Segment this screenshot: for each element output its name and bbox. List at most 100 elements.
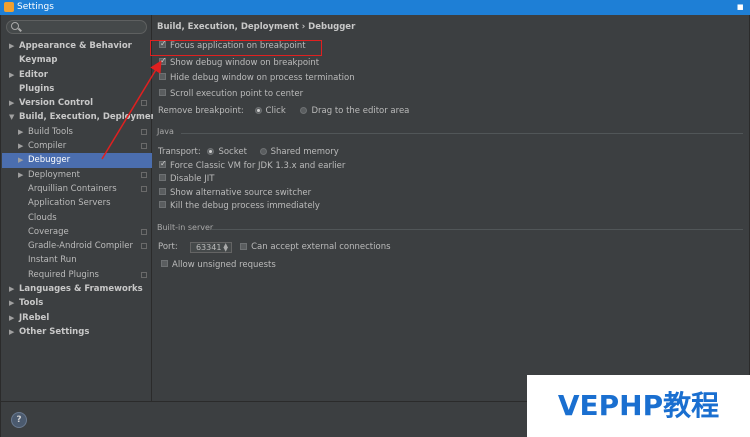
remove-breakpoint-row: Remove breakpoint: Click Drag to the edi… [158,105,409,117]
sidebar-item-coverage[interactable]: Coverage [2,225,152,239]
sidebar-item-build-execution-deployment[interactable]: ▼ Build, Execution, Deployment [2,110,161,124]
show-debug-label: Show debug window on breakpoint [170,58,320,68]
sidebar-item-gradle-android-compiler[interactable]: Gradle-Android Compiler [2,239,152,253]
java-section-title: Java [157,127,174,136]
sidebar-item-label: Arquillian Containers [28,183,117,194]
sidebar-item-version-control[interactable]: ▶ Version Control [2,96,152,110]
unsigned-requests-checkbox[interactable] [161,260,168,267]
sidebar-item-label: Debugger [28,155,71,166]
port-input[interactable]: 63341 ▲ ▼ [190,241,233,253]
sidebar-item-label: Build, Execution, Deployment [19,112,161,123]
sidebar-item-tools[interactable]: ▶ Tools [2,296,152,310]
sidebar-item-appearance-behavior[interactable]: ▶ Appearance & Behavior [2,39,152,53]
sidebar-item-clouds[interactable]: Clouds [2,211,152,225]
drag-radio[interactable] [300,106,308,114]
chevron-right-icon[interactable]: ▶ [18,168,23,182]
chevron-right-icon[interactable]: ▶ [18,125,23,139]
show-debug-checkbox[interactable] [159,55,167,67]
alt-switcher-label: Show alternative source switcher [170,188,312,198]
sidebar-item-label: Build Tools [28,126,73,137]
external-connections-checkbox[interactable] [240,242,248,250]
sidebar-item-jrebel[interactable]: ▶ JRebel [2,311,152,325]
force-classic-checkbox[interactable] [159,158,167,170]
hide-debug-checkbox[interactable] [159,73,166,80]
alt-switcher-option[interactable]: Show alternative source switcher [159,187,311,199]
close-button[interactable]: ▪ [737,0,744,14]
sidebar-item-plugins[interactable]: Plugins [2,82,152,96]
force-classic-option[interactable]: Force Classic VM for JDK 1.3.x and earli… [159,158,345,172]
socket-radio[interactable] [207,147,215,155]
sidebar-item-deployment[interactable]: ▶ Deployment [2,168,152,182]
sidebar-item-label: Plugins [19,83,55,94]
search-field[interactable] [6,20,147,34]
sidebar-item-label: Application Servers [28,198,111,209]
settings-sidebar: ▶ Appearance & Behavior Keymap ▶ Editor Plugi… [2,15,161,401]
sidebar-item-debugger[interactable]: ▶ Debugger [2,153,152,168]
hide-debug-option[interactable]: Hide debug window on process termination [159,72,355,84]
java-separator [181,133,743,134]
sidebar-item-label: Instant Run [28,255,77,266]
show-debug-option[interactable]: Show debug window on breakpoint [159,55,320,69]
title-bar: Settings ▪ [0,0,750,15]
disable-jit-label: Disable JIT [170,174,215,184]
chevron-right-icon[interactable]: ▶ [9,68,14,82]
search-input[interactable] [23,21,143,33]
chevron-right-icon[interactable]: ▶ [9,311,14,325]
chevron-right-icon[interactable]: ▶ [18,139,23,153]
breadcrumb: Build, Execution, Deployment › Debugger [157,22,356,32]
sidebar-item-required-plugins[interactable]: Required Plugins [2,268,152,282]
annotation-highlight-box [150,40,322,56]
sidebar-item-keymap[interactable]: Keymap [2,53,152,67]
sidebar-item-label: Keymap [19,55,58,66]
project-scope-icon [141,243,147,250]
shared-memory-radio-label: Shared memory [270,147,339,157]
sidebar-item-label: Version Control [19,98,94,109]
window-title: Settings [17,2,54,12]
project-scope-icon [141,143,147,150]
sidebar-item-label: Languages & Frameworks [19,284,143,295]
click-radio[interactable] [254,106,262,114]
sidebar-item-editor[interactable]: ▶ Editor [2,68,152,82]
port-spinner-icon[interactable]: ▲ ▼ [223,242,230,252]
chevron-right-icon[interactable]: ▶ [9,96,14,110]
transport-label: Transport: [158,147,201,157]
drag-radio-label: Drag to the editor area [311,106,410,116]
sidebar-item-compiler[interactable]: ▶ Compiler [2,139,152,153]
disable-jit-option[interactable]: Disable JIT [159,173,214,185]
sidebar-item-instant-run[interactable]: Instant Run [2,253,152,267]
scroll-exec-checkbox[interactable] [159,89,166,96]
unsigned-requests-label: Allow unsigned requests [172,260,276,270]
port-row: Port: 63341 ▲ ▼ Can accept external conne… [158,241,391,253]
external-connections-label: Can accept external connections [251,242,391,252]
sidebar-item-application-servers[interactable]: Application Servers [2,196,152,210]
project-scope-icon [141,100,147,107]
app-icon [4,2,14,12]
kill-debug-option[interactable]: Kill the debug process immediately [159,200,320,212]
chevron-down-icon[interactable]: ▼ [9,110,14,124]
sidebar-item-languages-frameworks[interactable]: ▶ Languages & Frameworks [2,282,152,296]
builtin-server-section-title: Built-in server [157,223,214,232]
chevron-right-icon[interactable]: ▶ [9,282,14,296]
disable-jit-checkbox[interactable] [159,174,166,181]
sidebar-item-arquillian-containers[interactable]: Arquillian Containers [2,182,152,196]
shared-memory-radio[interactable] [259,147,267,155]
alt-switcher-checkbox[interactable] [159,188,166,195]
sidebar-item-other-settings[interactable]: ▶ Other Settings [2,325,152,339]
builtin-server-separator [211,229,743,230]
search-icon [11,22,19,30]
hide-debug-label: Hide debug window on process termination [170,73,355,83]
scroll-exec-option[interactable]: Scroll execution point to center [159,88,303,100]
chevron-right-icon[interactable]: ▶ [18,153,23,167]
chevron-right-icon[interactable]: ▶ [9,39,14,53]
port-label: Port: [158,242,178,252]
chevron-right-icon[interactable]: ▶ [9,325,14,339]
sidebar-item-label: Other Settings [19,326,90,337]
sidebar-item-label: Coverage [28,226,69,237]
chevron-right-icon[interactable]: ▶ [9,296,14,310]
project-scope-icon [141,228,147,235]
sidebar-item-build-tools[interactable]: ▶ Build Tools [2,125,152,139]
kill-debug-checkbox[interactable] [159,201,166,208]
help-button[interactable]: ? [11,412,27,428]
unsigned-requests-option[interactable]: Allow unsigned requests [161,259,276,271]
sidebar-item-label: Compiler [28,141,67,152]
